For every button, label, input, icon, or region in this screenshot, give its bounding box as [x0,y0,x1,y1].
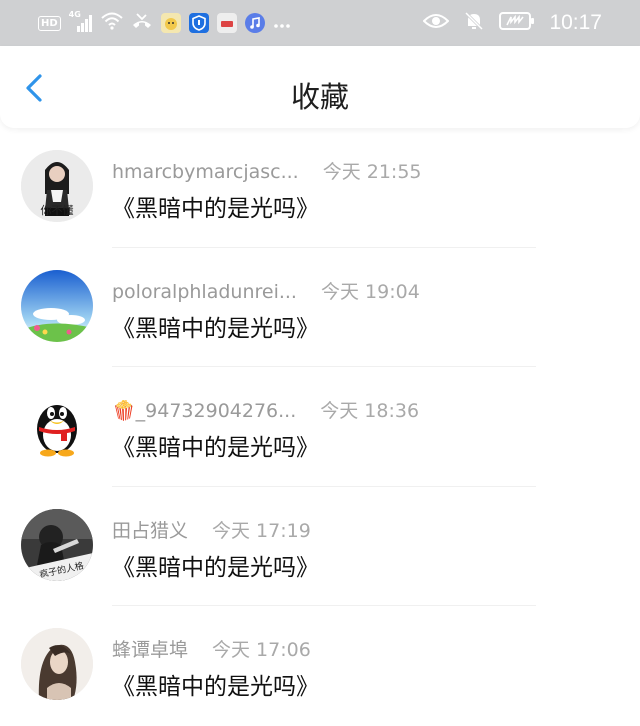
mute-bell-icon [463,10,485,36]
eye-comfort-icon [423,12,450,34]
favorite-content: 《黑暗中的是光吗》 [112,674,319,700]
item-meta: hmarcbymarcjasc... 今天 21:55 [112,157,422,184]
hd-badge: HD [38,15,61,31]
favorite-content: 《黑暗中的是光吗》 [112,554,319,581]
list-item[interactable]: poloralphladunrei... 今天 19:04 《黑暗中的是光吗》 [0,248,640,367]
list-item[interactable]: 你不懂 hmarcbymarcjasc... 今天 21:55 《黑暗中的是光吗… [0,128,640,248]
item-meta: 🍿_94732904276... 今天 18:36 [112,396,419,423]
avatar[interactable] [21,628,93,700]
avatar[interactable] [21,269,93,342]
sender-name: 蜂谭卓埠 [112,639,189,661]
status-bar-left: HD 4G [38,10,291,36]
missed-call-icon [131,12,153,34]
music-app-icon [244,13,265,33]
wifi-icon [101,12,123,34]
cellular-signal-icon: 4G [69,10,93,33]
avatar[interactable]: 疯子的人格 [21,508,93,581]
status-bar-right: 10:17 [423,8,602,38]
favorite-content: 《黑暗中的是光吗》 [112,315,319,342]
sender-name: 🍿_94732904276... [112,400,297,422]
sender-name: 田占猎义 [112,519,189,542]
avatar-caption: 你不懂 [40,204,74,217]
sender-name: hmarcbymarcjasc... [112,161,299,183]
avatar[interactable] [21,389,93,461]
item-meta: 蜂谭卓埠 今天 17:06 [112,635,311,662]
favorite-content: 《黑暗中的是光吗》 [112,435,319,461]
avatar[interactable]: 你不懂 [21,150,93,222]
item-meta: 田占猎义 今天 17:19 [112,516,311,543]
timestamp: 今天 18:36 [320,400,420,422]
favorites-list: 你不懂 hmarcbymarcjasc... 今天 21:55 《黑暗中的是光吗… [0,128,640,726]
security-app-icon [188,13,209,33]
item-meta: poloralphladunrei... 今天 19:04 [112,277,420,304]
list-item[interactable]: 蜂谭卓埠 今天 17:06 《黑暗中的是光吗》 [0,606,640,726]
notification-app-icon-1 [160,13,181,33]
notification-app-icon-2 [216,13,237,33]
battery-icon [499,11,535,35]
timestamp: 今天 21:55 [322,161,422,183]
page-title: 收藏 [290,80,349,114]
timestamp: 今天 19:04 [320,280,420,303]
list-item[interactable]: 疯子的人格 田占猎义 今天 17:19 《黑暗中的是光吗》 [0,487,640,606]
navigation-bar: 收藏 [0,46,640,128]
status-bar: HD 4G 10:17 [0,0,640,46]
timestamp: 今天 17:19 [212,519,311,542]
more-notifications-icon [273,14,291,33]
sender-name: poloralphladunrei... [112,280,297,303]
timestamp: 今天 17:06 [212,639,311,661]
list-item[interactable]: 🍿_94732904276... 今天 18:36 《黑暗中的是光吗》 [0,367,640,487]
favorite-content: 《黑暗中的是光吗》 [112,196,319,222]
clock: 10:17 [549,11,602,34]
